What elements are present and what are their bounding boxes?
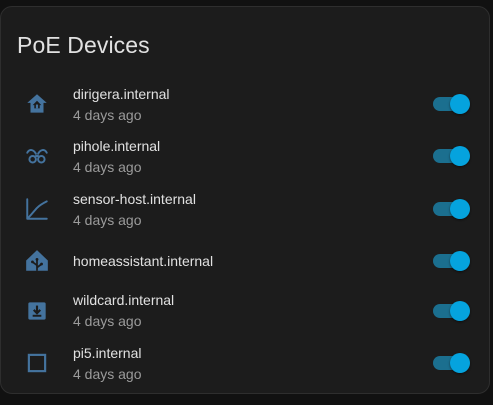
- toggle-knob: [450, 301, 470, 321]
- device-toggle[interactable]: [433, 299, 471, 323]
- device-name: pihole.internal: [73, 138, 161, 154]
- toggle-knob: [450, 199, 470, 219]
- toggle-knob: [450, 94, 470, 114]
- device-last-changed: 4 days ago: [73, 313, 142, 329]
- device-last-changed: 4 days ago: [73, 366, 142, 382]
- device-last-changed: 4 days ago: [73, 159, 142, 175]
- device-last-changed: 4 days ago: [73, 107, 142, 123]
- home-assistant-icon: [24, 248, 50, 274]
- device-toggle[interactable]: [433, 92, 471, 116]
- square-outline-icon: [24, 350, 50, 376]
- device-name: wildcard.internal: [73, 292, 175, 308]
- poe-devices-card: PoE Devices dirigera.internal 4 days ago: [0, 6, 490, 394]
- device-name: homeassistant.internal: [73, 253, 214, 269]
- device-name: dirigera.internal: [73, 86, 170, 102]
- card-title: PoE Devices: [17, 32, 150, 58]
- home-hub-icon: [24, 91, 50, 117]
- device-row-sensor-host[interactable]: sensor-host.internal 4 days ago: [1, 183, 491, 235]
- device-toggle[interactable]: [433, 351, 471, 375]
- device-row-wildcard[interactable]: wildcard.internal 4 days ago: [1, 285, 491, 337]
- device-row-homeassistant[interactable]: homeassistant.internal: [1, 235, 491, 287]
- tray-arrow-down-icon: [24, 298, 50, 324]
- toggle-knob: [450, 353, 470, 373]
- chart-line-icon: [24, 196, 50, 222]
- toggle-knob: [450, 146, 470, 166]
- device-name: sensor-host.internal: [73, 191, 196, 207]
- device-row-dirigera[interactable]: dirigera.internal 4 days ago: [1, 78, 491, 130]
- device-row-pi5[interactable]: pi5.internal 4 days ago: [1, 337, 491, 389]
- device-toggle[interactable]: [433, 144, 471, 168]
- device-toggle[interactable]: [433, 197, 471, 221]
- device-last-changed: 4 days ago: [73, 212, 142, 228]
- device-toggle[interactable]: [433, 249, 471, 273]
- device-row-pihole[interactable]: pihole.internal 4 days ago: [1, 130, 491, 182]
- pi-hole-icon: [24, 143, 50, 169]
- toggle-knob: [450, 251, 470, 271]
- device-name: pi5.internal: [73, 345, 142, 361]
